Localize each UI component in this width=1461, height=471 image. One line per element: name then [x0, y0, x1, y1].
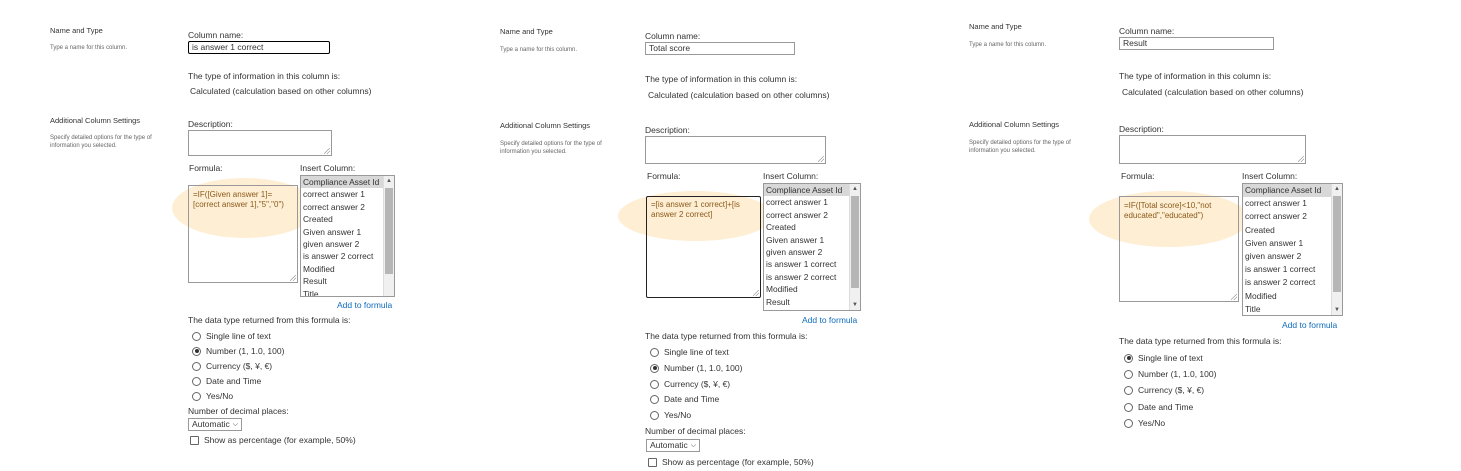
name-type-title: Name and Type [969, 22, 1022, 31]
resize-grip-icon[interactable] [1231, 294, 1237, 300]
type-info-label: The type of information in this column i… [1119, 71, 1272, 81]
additional-settings-title: Additional Column Settings [969, 120, 1060, 129]
radio-icon[interactable] [1124, 402, 1133, 412]
radio-label: Currency ($, ¥, €) [1138, 385, 1205, 395]
listbox-scrollbar[interactable]: ▲ ▼ [1331, 184, 1342, 315]
list-item[interactable]: Modified [1243, 290, 1342, 303]
list-item[interactable]: is answer 2 correct [1243, 276, 1342, 289]
radio-label: Date and Time [1138, 402, 1194, 412]
list-item[interactable]: correct answer 2 [1243, 210, 1342, 223]
add-to-formula-link[interactable]: Add to formula [1282, 320, 1337, 330]
radio-label: Single line of text [1138, 353, 1203, 363]
radio-icon[interactable] [1124, 418, 1133, 428]
list-item[interactable]: correct answer 1 [1243, 197, 1342, 210]
list-item[interactable]: given answer 2 [1243, 250, 1342, 263]
radio-icon[interactable] [1124, 369, 1133, 379]
formula-text: =IF([Total score]<10,"not educated","edu… [1124, 201, 1212, 221]
radio-single-line[interactable]: Single line of text [1124, 353, 1203, 363]
column-name-input[interactable]: Result [1119, 37, 1274, 50]
list-item[interactable]: Compliance Asset Id [1243, 184, 1342, 198]
radio-number[interactable]: Number (1, 1.0, 100) [1124, 369, 1216, 379]
insert-column-label: Insert Column: [1242, 171, 1298, 181]
radio-label: Number (1, 1.0, 100) [1138, 369, 1217, 379]
radio-checked-icon[interactable] [1124, 353, 1133, 363]
scroll-down-icon[interactable]: ▼ [1332, 305, 1342, 315]
list-item[interactable]: Title [1243, 303, 1342, 315]
resize-grip-icon[interactable] [1298, 156, 1304, 162]
additional-settings-desc: Specify detailed options for the type of… [969, 140, 1071, 155]
radio-currency[interactable]: Currency ($, ¥, €) [1124, 385, 1204, 395]
panel-3: Name and Type Type a name for this colum… [0, 0, 1461, 471]
description-label: Description: [1119, 124, 1164, 134]
insert-column-list: Compliance Asset Id correct answer 1 cor… [1243, 184, 1342, 315]
scroll-up-icon[interactable]: ▲ [1332, 184, 1342, 194]
column-name-label: Column name: [1119, 26, 1175, 36]
scroll-thumb[interactable] [1333, 196, 1341, 292]
data-type-label: The data type returned from this formula… [1119, 336, 1282, 346]
description-textarea[interactable] [1119, 135, 1306, 164]
list-item[interactable]: is answer 1 correct [1243, 263, 1342, 276]
radio-label: Yes/No [1138, 418, 1166, 428]
radio-date-time[interactable]: Date and Time [1124, 402, 1193, 412]
list-item[interactable]: Created [1243, 224, 1342, 237]
type-info-value: Calculated (calculation based on other c… [1122, 87, 1304, 97]
name-type-desc: Type a name for this column. [969, 42, 1047, 48]
radio-icon[interactable] [1124, 385, 1133, 395]
insert-column-listbox[interactable]: Compliance Asset Id correct answer 1 cor… [1242, 183, 1343, 316]
radio-yes-no[interactable]: Yes/No [1124, 418, 1165, 428]
formula-label: Formula: [1121, 171, 1155, 181]
list-item[interactable]: Given answer 1 [1243, 237, 1342, 250]
